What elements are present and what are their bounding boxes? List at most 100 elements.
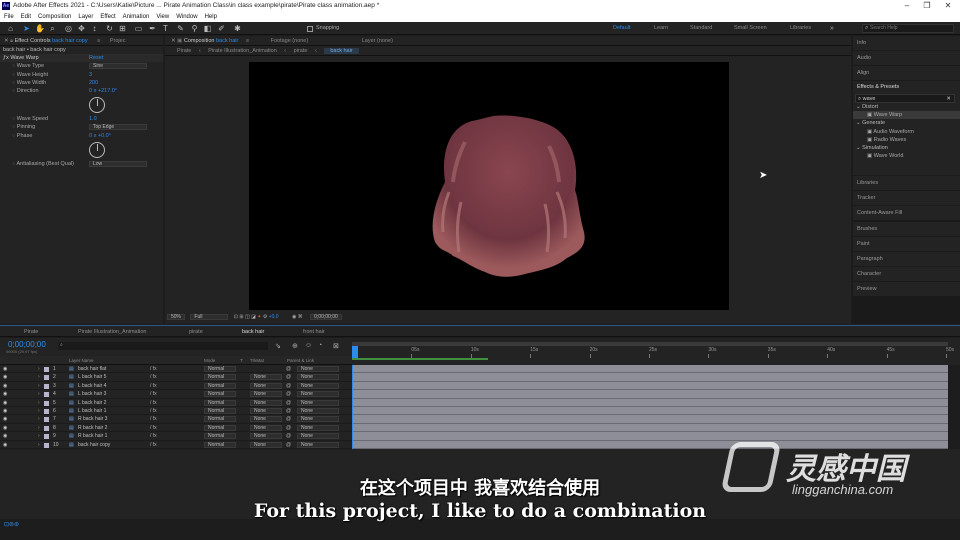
footage-tab[interactable]: Footage (none): [271, 38, 309, 44]
panel-tab-content-aware-fill[interactable]: Content-Aware Fill: [853, 206, 960, 222]
effect-prop-row[interactable]: ◌ Wave Type Sine: [0, 62, 163, 70]
layer-mode-dropdown[interactable]: Normal: [204, 399, 236, 406]
pick-whip-icon[interactable]: @: [286, 373, 291, 381]
resolution-dropdown[interactable]: Full: [190, 313, 229, 320]
workspace-more-icon[interactable]: »: [830, 22, 834, 35]
visibility-eye-icon[interactable]: ◉: [3, 441, 7, 449]
label-color-swatch[interactable]: [44, 400, 49, 406]
pick-whip-icon[interactable]: @: [286, 390, 291, 398]
mask-icon[interactable]: ◫: [245, 314, 250, 320]
parent-dropdown[interactable]: None: [297, 416, 339, 423]
panel-tab-paint[interactable]: Paint: [853, 236, 960, 252]
work-area-bar[interactable]: [352, 342, 948, 346]
panel-tab-tracker[interactable]: Tracker: [853, 191, 960, 207]
trkmat-dropdown[interactable]: None: [250, 433, 282, 440]
composition-viewer[interactable]: ➤: [249, 62, 767, 310]
composition-tab[interactable]: Composition: [184, 38, 215, 44]
timeline-tab[interactable]: pirate: [189, 328, 203, 336]
trkmat-dropdown[interactable]: None: [250, 416, 282, 423]
visibility-eye-icon[interactable]: ◉: [3, 407, 7, 415]
col-t[interactable]: T: [240, 356, 243, 365]
project-tab[interactable]: Projec: [110, 38, 126, 44]
effect-header-row[interactable]: ƒx Wave Warp Reset: [0, 54, 163, 63]
breadcrumb-pirate-illustration[interactable]: Pirate Illustration_Animation: [208, 48, 276, 54]
snapshot-icon[interactable]: ◉: [292, 314, 296, 320]
workspace-default[interactable]: Default: [613, 22, 630, 35]
fx-switch-icon[interactable]: / fx: [150, 407, 157, 415]
fx-switch-icon[interactable]: / fx: [150, 415, 157, 423]
shy-icon[interactable]: ☺: [305, 342, 312, 349]
reset-link[interactable]: Reset: [89, 54, 103, 62]
layer-mode-dropdown[interactable]: Normal: [204, 408, 236, 414]
parent-dropdown[interactable]: None: [297, 399, 339, 406]
snapping-checkbox[interactable]: [307, 26, 313, 32]
selection-tool-icon[interactable]: ➤: [22, 24, 31, 33]
comp-menu-icon[interactable]: ≡: [246, 38, 249, 44]
parent-dropdown[interactable]: None: [297, 391, 339, 398]
layer-name[interactable]: back hair flat: [78, 365, 106, 373]
label-color-swatch[interactable]: [44, 392, 49, 398]
rectangle-tool-icon[interactable]: ▭: [134, 24, 143, 33]
prop-value[interactable]: Low: [89, 160, 147, 167]
visibility-eye-icon[interactable]: ◉: [3, 390, 7, 398]
panel-tab-character[interactable]: Character: [853, 267, 960, 283]
effect-prop-row[interactable]: ◌ Direction 0 x +217.0°: [0, 87, 163, 95]
roto-brush-tool-icon[interactable]: ✐: [217, 24, 226, 33]
label-color-swatch[interactable]: [44, 367, 49, 372]
visibility-eye-icon[interactable]: ◉: [3, 424, 7, 432]
layer-row[interactable]: ◉ › 8 ▤ R back hair 2 / fx Normal None @ None: [0, 423, 352, 433]
parent-dropdown[interactable]: None: [297, 366, 339, 372]
menu-window[interactable]: Window: [176, 14, 197, 20]
layer-row[interactable]: ◉ › 6 ▤ L back hair 1 / fx Normal None @ None: [0, 407, 352, 416]
effects-search-input[interactable]: ⌕ wave ✕: [855, 94, 955, 103]
rotate-tool-icon[interactable]: ↻: [105, 24, 114, 33]
layer-row[interactable]: ◉ › 1 ▤ back hair flat / fx Normal @ None: [0, 365, 352, 374]
col-layer-name[interactable]: Layer Name: [69, 356, 94, 365]
workspace-small-screen[interactable]: Small Screen: [734, 22, 767, 35]
layer-mode-dropdown[interactable]: Normal: [204, 366, 236, 372]
workspace-libraries[interactable]: Libraries: [790, 22, 811, 35]
layer-track-bar[interactable]: [352, 432, 948, 441]
panel-tab-brushes[interactable]: Brushes: [853, 221, 960, 237]
visibility-eye-icon[interactable]: ◉: [3, 432, 7, 440]
layer-name[interactable]: L back hair 5: [78, 373, 106, 381]
layer-row[interactable]: ◉ › 4 ▤ L back hair 3 / fx Normal None @ None: [0, 390, 352, 399]
pick-whip-icon[interactable]: @: [286, 415, 291, 423]
align-panel-tab[interactable]: Align: [853, 66, 960, 81]
prop-value[interactable]: 3: [89, 71, 92, 79]
label-color-swatch[interactable]: [44, 442, 49, 448]
col-parent[interactable]: Parent & Link: [287, 356, 314, 365]
fx-switch-icon[interactable]: / fx: [150, 424, 157, 432]
parent-dropdown[interactable]: None: [297, 374, 339, 381]
menu-animation[interactable]: Animation: [123, 14, 150, 20]
layer-row[interactable]: ◉ › 10 ▤ back hair copy / fx Normal None @ None: [0, 440, 352, 449]
layer-mode-dropdown[interactable]: Normal: [204, 416, 236, 423]
visibility-eye-icon[interactable]: ◉: [3, 399, 7, 407]
clear-search-icon[interactable]: ✕: [946, 95, 951, 103]
layer-row[interactable]: ◉ › 9 ▤ R back hair 1 / fx Normal None @ None: [0, 432, 352, 441]
breadcrumb-back-hair[interactable]: back hair: [324, 48, 359, 54]
comp-flowchart-icon[interactable]: ⇘: [275, 342, 281, 350]
draft-3d-icon[interactable]: ⊕: [292, 342, 298, 350]
layer-row[interactable]: ◉ › 5 ▤ L back hair 2 / fx Normal None @ None: [0, 398, 352, 407]
zoom-tool-icon[interactable]: ⌕: [48, 24, 57, 33]
layer-mode-dropdown[interactable]: Normal: [204, 424, 236, 431]
pan-tool-icon[interactable]: ✥: [77, 24, 86, 33]
effect-group[interactable]: ⌄ Distort: [853, 103, 960, 111]
effect-prop-row[interactable]: ◌ Wave Width 200: [0, 79, 163, 87]
pick-whip-icon[interactable]: @: [286, 424, 291, 432]
fx-switch-icon[interactable]: / fx: [150, 365, 157, 373]
close-comp-icon[interactable]: ✕: [171, 38, 176, 44]
layer-mode-dropdown[interactable]: Normal: [204, 433, 236, 440]
layer-name[interactable]: back hair copy: [78, 441, 110, 449]
trkmat-dropdown[interactable]: None: [250, 441, 282, 448]
layer-mode-dropdown[interactable]: Normal: [204, 391, 236, 398]
label-color-swatch[interactable]: [44, 375, 49, 381]
trkmat-dropdown[interactable]: None: [250, 408, 282, 414]
viewer-timecode[interactable]: 0;00;00;00: [310, 313, 342, 320]
channel-icon[interactable]: ◪: [251, 314, 256, 320]
menu-layer[interactable]: Layer: [78, 14, 93, 20]
layer-mode-dropdown[interactable]: Normal: [204, 441, 236, 448]
effect-prop-row[interactable]: ◌ Pinning Top Edge: [0, 123, 163, 131]
parent-dropdown[interactable]: None: [297, 424, 339, 431]
